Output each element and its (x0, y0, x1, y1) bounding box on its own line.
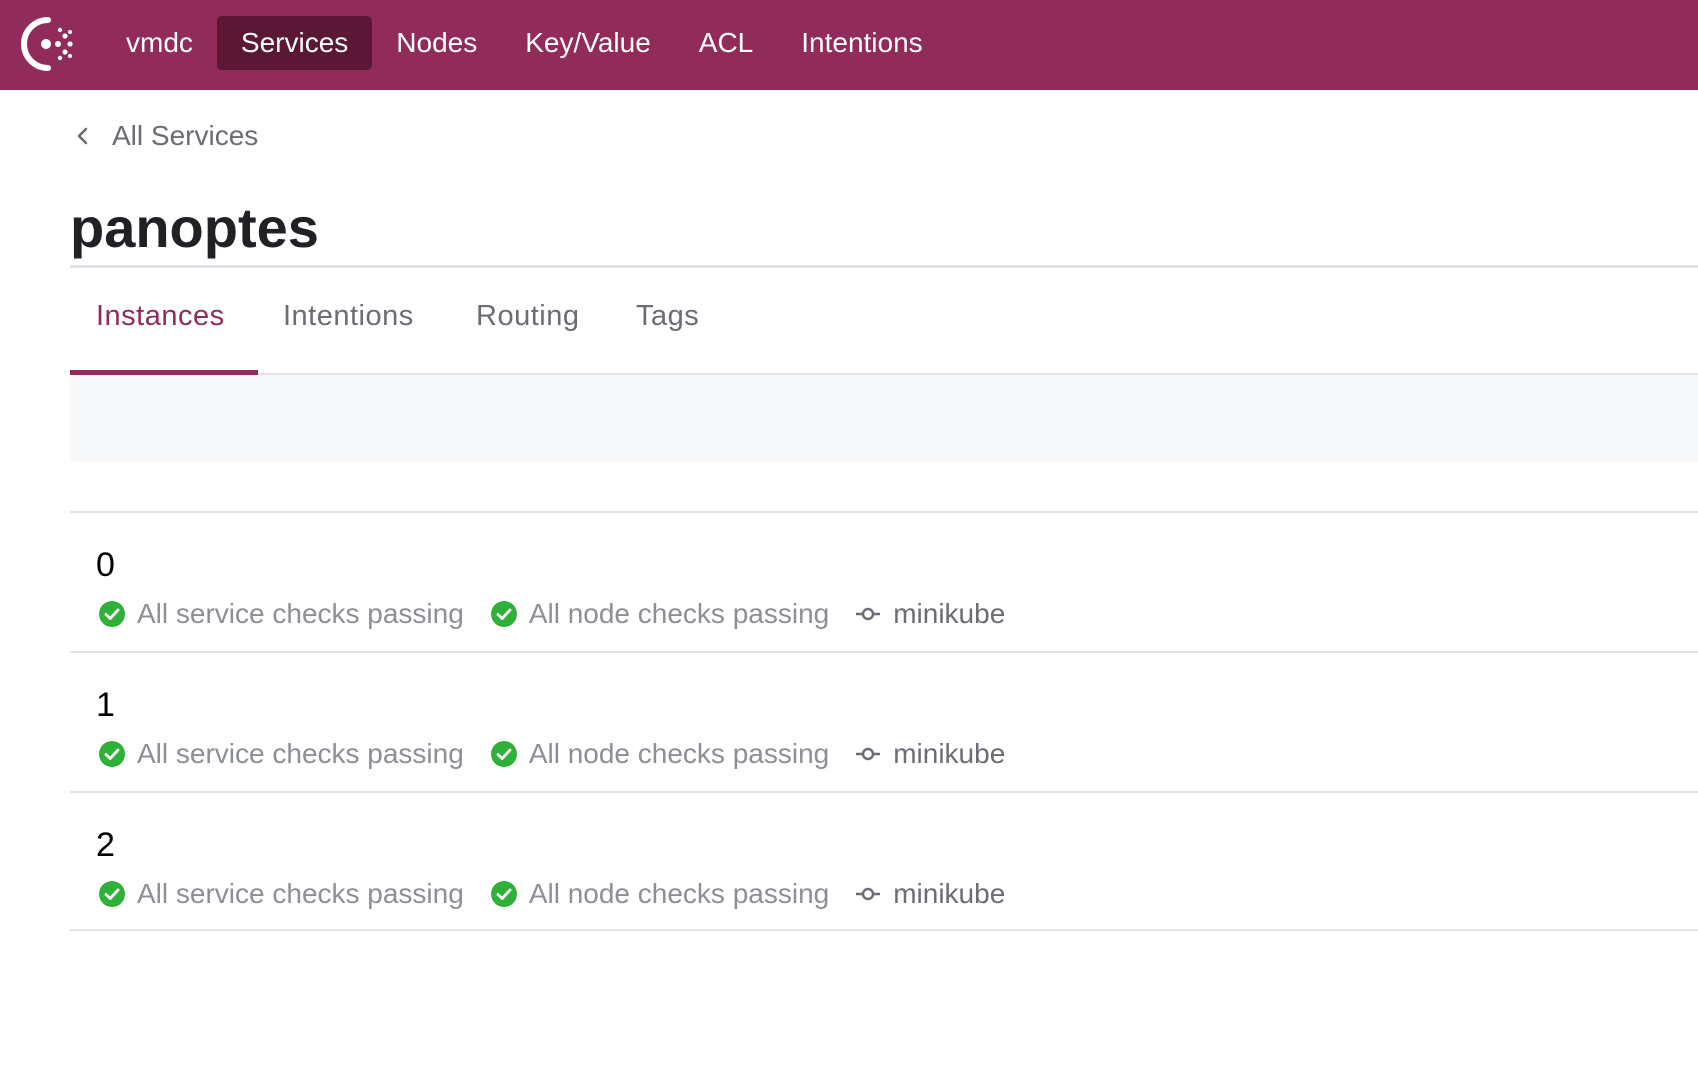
node-checks-status: All node checks passing (490, 878, 829, 910)
filter-bar (70, 375, 1698, 462)
node-icon (856, 607, 881, 621)
breadcrumb-all-services[interactable]: All Services (76, 116, 258, 156)
instance-row[interactable]: 0 All service checks passing All node ch… (70, 511, 1698, 651)
instance-name[interactable]: 0 (96, 543, 115, 587)
nav-item-nodes[interactable]: Nodes (372, 16, 501, 70)
node-name: minikube (893, 878, 1006, 909)
instance-list: 0 All service checks passing All node ch… (70, 511, 1698, 931)
tab-tags[interactable]: Tags (636, 300, 699, 333)
nav-item-services[interactable]: Services (216, 16, 373, 70)
main-nav: vmdc Services Nodes Key/Value ACL Intent… (102, 16, 947, 70)
node-checks-status: All node checks passing (490, 738, 829, 770)
nav-item-intentions[interactable]: Intentions (777, 16, 946, 70)
tab-intentions[interactable]: Intentions (283, 300, 414, 333)
service-checks-status: All service checks passing (98, 598, 464, 630)
check-circle-icon (99, 601, 125, 627)
node-link[interactable]: minikube (855, 598, 1005, 630)
tab-instances[interactable]: Instances (96, 300, 225, 333)
service-checks-label: All service checks passing (137, 878, 464, 909)
node-icon (856, 747, 881, 761)
instance-name[interactable]: 1 (96, 683, 115, 727)
top-navigation-bar: vmdc Services Nodes Key/Value ACL Intent… (0, 0, 1698, 90)
node-icon (856, 887, 881, 901)
node-link[interactable]: minikube (855, 878, 1005, 910)
node-checks-label: All node checks passing (528, 598, 830, 629)
node-checks-status: All node checks passing (490, 598, 829, 630)
page-title: panoptes (70, 196, 319, 259)
node-name: minikube (893, 598, 1006, 629)
check-circle-icon (99, 741, 125, 767)
instance-row[interactable]: 1 All service checks passing All node ch… (70, 651, 1698, 791)
instance-row[interactable]: 2 All service checks passing All node ch… (70, 791, 1698, 931)
check-circle-icon (490, 741, 517, 767)
node-name: minikube (893, 738, 1006, 769)
tab-bar: Instances Intentions Routing Tags (70, 268, 1698, 375)
consul-logo-icon[interactable] (20, 14, 80, 74)
nav-item-acl[interactable]: ACL (675, 16, 777, 70)
check-circle-icon (490, 601, 517, 627)
node-checks-label: All node checks passing (528, 738, 830, 769)
datacenter-selector[interactable]: vmdc (102, 16, 217, 70)
instance-name[interactable]: 2 (96, 823, 115, 867)
service-checks-label: All service checks passing (137, 738, 464, 769)
check-circle-icon (99, 881, 125, 907)
tab-routing[interactable]: Routing (476, 300, 579, 333)
nav-item-key-value[interactable]: Key/Value (501, 16, 675, 70)
instance-meta: All service checks passing All node chec… (98, 875, 1005, 913)
service-checks-status: All service checks passing (98, 878, 464, 910)
node-link[interactable]: minikube (855, 738, 1005, 770)
chevron-left-icon (77, 127, 88, 145)
node-checks-label: All node checks passing (528, 878, 830, 909)
instance-meta: All service checks passing All node chec… (98, 735, 1005, 773)
check-circle-icon (490, 881, 517, 907)
breadcrumb-label: All Services (112, 120, 259, 151)
instance-meta: All service checks passing All node chec… (98, 595, 1005, 633)
service-checks-status: All service checks passing (98, 738, 464, 770)
service-checks-label: All service checks passing (137, 598, 464, 629)
